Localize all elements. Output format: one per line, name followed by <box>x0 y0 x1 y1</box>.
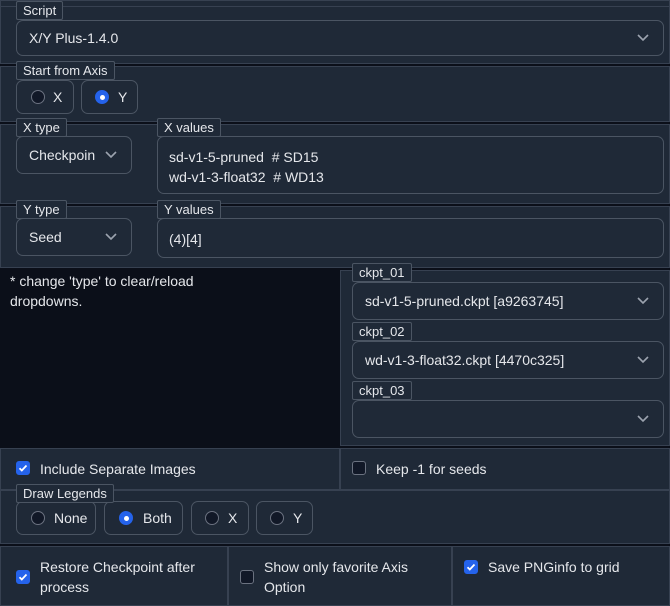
radio-y-label: Y <box>118 89 128 105</box>
ckpt-01-dropdown[interactable]: sd-v1-5-pruned.ckpt [a9263745] <box>352 282 664 320</box>
include-separate-label: Include Separate Images <box>40 461 196 477</box>
y-type-value: Seed <box>29 229 62 245</box>
radio-both-icon <box>119 511 133 525</box>
ckpt-01-value: sd-v1-5-pruned.ckpt [a9263745] <box>365 293 564 309</box>
legend-none-option[interactable]: None <box>16 501 96 535</box>
ckpt-03-dropdown[interactable] <box>352 400 664 438</box>
checkbox-checked-icon <box>464 560 478 574</box>
chevron-down-icon <box>105 151 117 159</box>
keep-seeds-label: Keep -1 for seeds <box>376 461 487 477</box>
chevron-down-icon <box>637 415 649 423</box>
radio-y-icon <box>270 511 284 525</box>
x-values-line-1: sd-v1-5-pruned # SD15 <box>169 149 319 165</box>
x-values-label: X values <box>157 118 221 137</box>
start-axis-x-option[interactable]: X <box>16 80 74 114</box>
legend-y-option[interactable]: Y <box>256 501 313 535</box>
script-value: X/Y Plus-1.4.0 <box>29 30 119 46</box>
save-pnginfo-checkbox[interactable]: Save PNGinfo to grid <box>464 557 664 579</box>
checkbox-checked-icon <box>16 570 30 584</box>
start-axis-label: Start from Axis <box>16 61 115 80</box>
radio-none-icon <box>31 511 45 525</box>
chevron-down-icon <box>105 233 117 241</box>
ckpt-01-label: ckpt_01 <box>352 263 412 282</box>
legend-x-option[interactable]: X <box>191 501 249 535</box>
type-change-note: * change 'type' to clear/reload dropdown… <box>10 273 194 309</box>
radio-x-label: X <box>53 89 63 105</box>
chevron-down-icon <box>637 297 649 305</box>
favorite-axis-label: Show only favorite Axis Option <box>264 559 408 595</box>
draw-legends-label: Draw Legends <box>16 484 114 503</box>
ckpt-02-value: wd-v1-3-float32.ckpt [4470c325] <box>365 352 565 368</box>
radio-x-icon <box>205 511 219 525</box>
ckpt-02-dropdown[interactable]: wd-v1-3-float32.ckpt [4470c325] <box>352 341 664 379</box>
save-pnginfo-label: Save PNGinfo to grid <box>488 559 620 575</box>
y-type-label: Y type <box>16 200 67 219</box>
legend-x-label: X <box>228 510 238 526</box>
checkbox-checked-icon <box>16 461 30 475</box>
restore-checkpoint-checkbox[interactable]: Restore Checkpoint after process <box>16 557 216 599</box>
favorite-axis-checkbox[interactable]: Show only favorite Axis Option <box>240 557 440 599</box>
legend-both-label: Both <box>143 510 172 526</box>
x-type-value: Checkpoin <box>29 147 96 163</box>
chevron-down-icon <box>637 34 649 42</box>
checkbox-unchecked-icon <box>240 570 254 584</box>
legend-both-option[interactable]: Both <box>104 501 183 535</box>
restore-checkpoint-label: Restore Checkpoint after process <box>40 559 195 595</box>
y-values-text: (4)[4] <box>169 231 202 247</box>
y-values-label: Y values <box>157 200 221 219</box>
legend-y-label: Y <box>293 510 303 526</box>
keep-seeds-checkbox[interactable]: Keep -1 for seeds <box>352 458 552 480</box>
x-values-textarea[interactable]: sd-v1-5-pruned # SD15 wd-v1-3-float32 # W… <box>157 136 664 194</box>
script-label: Script <box>16 1 64 20</box>
x-values-line-2: wd-v1-3-float32 # WD13 <box>169 169 324 185</box>
start-axis-y-option[interactable]: Y <box>81 80 138 114</box>
x-type-dropdown[interactable]: Checkpoin <box>16 136 132 174</box>
script-dropdown[interactable]: X/Y Plus-1.4.0 <box>16 20 664 56</box>
radio-x-icon <box>31 90 45 104</box>
x-type-label: X type <box>16 118 67 137</box>
y-values-textarea[interactable]: (4)[4] <box>157 218 664 258</box>
ckpt-02-label: ckpt_02 <box>352 322 412 341</box>
checkbox-unchecked-icon <box>352 461 366 475</box>
legend-none-label: None <box>54 510 88 526</box>
radio-y-icon <box>95 90 109 104</box>
include-separate-checkbox[interactable]: Include Separate Images <box>16 458 216 480</box>
chevron-down-icon <box>637 356 649 364</box>
y-type-dropdown[interactable]: Seed <box>16 218 132 256</box>
ckpt-03-label: ckpt_03 <box>352 381 412 400</box>
